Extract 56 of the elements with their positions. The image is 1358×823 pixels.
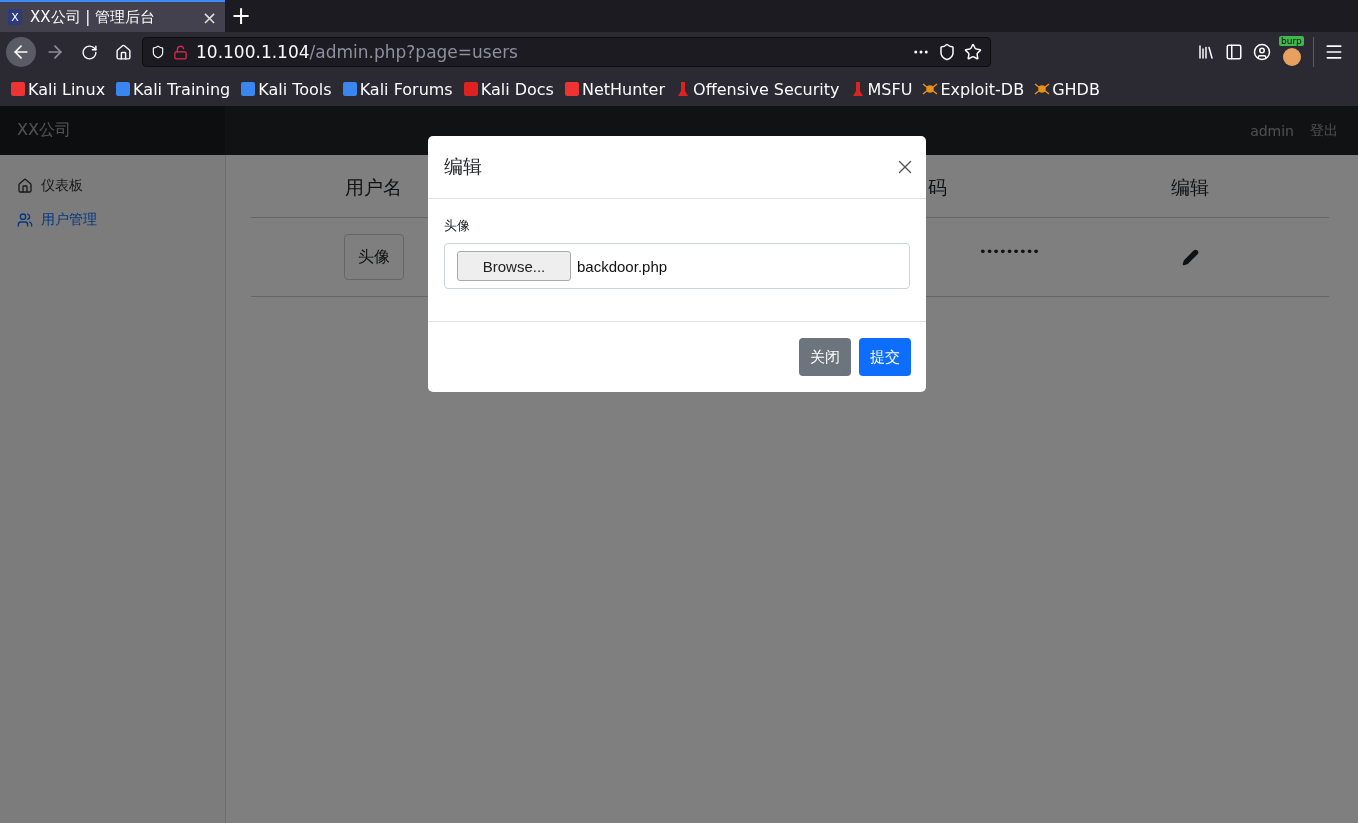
column-header: 用户名	[344, 175, 403, 200]
sidebar-label: 用户管理	[41, 211, 97, 229]
browse-button[interactable]: Browse...	[457, 251, 571, 281]
home-icon	[17, 178, 33, 194]
favicon: X	[8, 9, 22, 25]
bookmark-link[interactable]: Kali Linux	[28, 79, 106, 99]
menu-icon[interactable]	[1324, 42, 1344, 62]
bookmark-link[interactable]: MSFU	[867, 79, 913, 99]
bookmark-link[interactable]: Offensive Security	[693, 79, 840, 99]
tab-title: XX公司 | 管理后台	[30, 7, 157, 27]
bookmark-link[interactable]: Exploit-DB	[940, 79, 1025, 99]
url-host: 10.100.1.104	[196, 42, 310, 62]
sidebar-item[interactable]: 仪表板	[0, 177, 225, 195]
bookmark-link[interactable]: Kali Docs	[480, 79, 554, 99]
avatar-button[interactable]: 头像	[343, 234, 404, 280]
bookmark-icon	[10, 81, 26, 97]
browser-tab[interactable]: X XX公司 | 管理后台 ×	[0, 0, 225, 32]
account-icon[interactable]	[1253, 43, 1271, 61]
home-icon[interactable]	[114, 43, 132, 61]
dialog-title: 编辑	[444, 154, 482, 179]
spider-icon	[922, 81, 939, 97]
new-tab-button[interactable]: +	[225, 0, 257, 32]
extension-badge: burp	[1279, 36, 1304, 46]
bookmark-icon	[462, 81, 479, 97]
bookmark-link[interactable]: GHDB	[1052, 79, 1100, 99]
bookmark-icon	[240, 81, 257, 97]
column-header: 编辑	[1170, 175, 1210, 200]
reload-icon[interactable]	[80, 43, 98, 61]
url-path: /admin.php?page=users	[309, 42, 519, 62]
users-icon	[17, 212, 33, 228]
password-cell: •••••••••	[979, 243, 1039, 259]
extension-icon[interactable]	[1283, 48, 1301, 66]
close-button[interactable]: 关闭	[799, 338, 851, 376]
spider-icon	[1034, 81, 1051, 97]
file-name: backdoor.php	[577, 257, 668, 275]
bookmark-link[interactable]: Kali Tools	[258, 79, 332, 99]
bookmark-link[interactable]: Kali Training	[133, 79, 231, 99]
field-label: 头像	[444, 217, 471, 235]
back-button[interactable]	[6, 37, 36, 67]
sidebar-label: 仪表板	[41, 177, 83, 195]
sidebar-icon[interactable]	[1225, 43, 1243, 61]
submit-button[interactable]: 提交	[859, 338, 911, 376]
bookmark-icon	[115, 81, 132, 97]
bookmark-link[interactable]: NetHunter	[581, 79, 666, 99]
tab-close-button[interactable]: ×	[201, 6, 217, 28]
edit-icon[interactable]	[1181, 248, 1199, 266]
bookmark-icon	[341, 81, 358, 97]
address-bar[interactable]: 10.100.1.104/admin.php?page=users	[142, 37, 991, 67]
bookmark-icon	[563, 81, 580, 97]
bookmark-star-icon[interactable]	[964, 43, 982, 61]
insecure-lock-icon	[173, 44, 188, 60]
column-header: 码	[927, 175, 948, 200]
shield-icon	[151, 45, 165, 59]
bookmark-link[interactable]: Kali Forums	[359, 79, 453, 99]
library-icon[interactable]	[1197, 43, 1215, 61]
file-input-field[interactable]: Browse... backdoor.php	[444, 243, 910, 289]
